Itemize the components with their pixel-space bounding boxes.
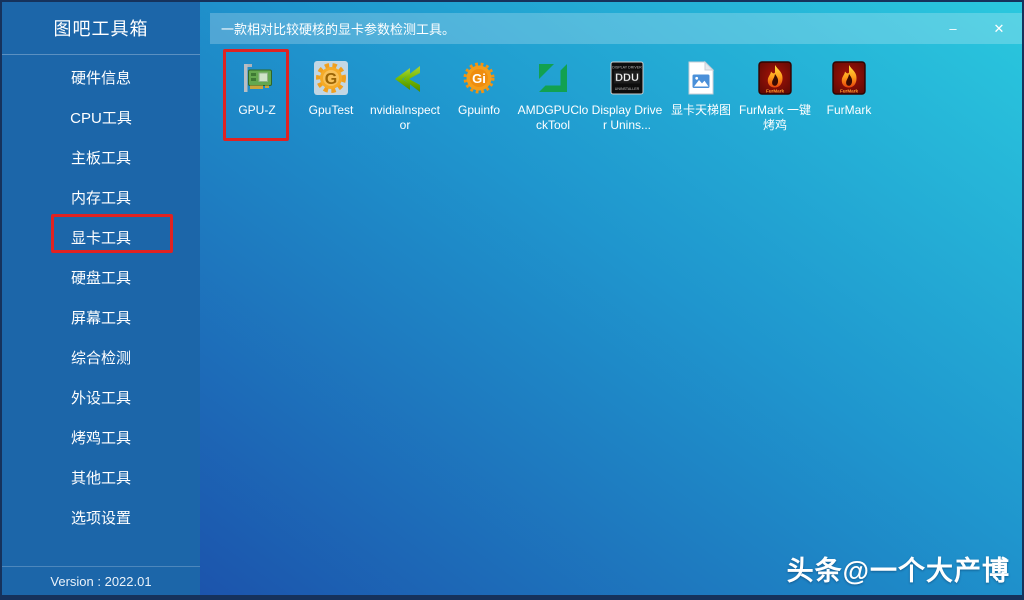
tool-gputest[interactable]: G GpuTest [294, 59, 368, 133]
sidebar-item-comprehensive-test[interactable]: 综合检测 [2, 337, 200, 377]
tool-label: nvidiaInspector [368, 103, 442, 133]
tool-gpuinfo[interactable]: Gi Gpuinfo [442, 59, 516, 133]
tool-label: Display Driver Unins... [590, 103, 664, 133]
tool-gpu-ladder-chart[interactable]: 显卡天梯图 [664, 59, 738, 133]
minimize-icon: – [949, 21, 956, 36]
minimize-button[interactable]: – [930, 13, 976, 44]
svg-text:DISPLAY DRIVER: DISPLAY DRIVER [612, 66, 642, 70]
tool-label: AMDGPUClockTool [516, 103, 590, 133]
tool-label: GPU-Z [238, 103, 275, 118]
sidebar-item-options[interactable]: 选项设置 [2, 497, 200, 537]
tool-label: 显卡天梯图 [671, 103, 731, 118]
amd-arrow-icon [534, 59, 572, 97]
main-panel: 一款相对比较硬核的显卡参数检测工具。 – ✕ [200, 2, 1022, 595]
svg-text:Gi: Gi [472, 71, 486, 86]
svg-text:FurMark: FurMark [840, 88, 859, 93]
tool-grid: GPU-Z G GpuTest [220, 59, 886, 133]
image-file-icon [682, 59, 720, 97]
tool-gpu-z[interactable]: GPU-Z [220, 59, 294, 133]
sidebar-item-cpu-tools[interactable]: CPU工具 [2, 97, 200, 137]
svg-text:FurMark: FurMark [766, 88, 785, 93]
tool-furmark-one-click[interactable]: FurMark FurMark 一键烤鸡 [738, 59, 812, 133]
furmark-flame-icon: FurMark [756, 59, 794, 97]
sidebar-item-peripheral-tools[interactable]: 外设工具 [2, 377, 200, 417]
sidebar: 图吧工具箱 硬件信息 CPU工具 主板工具 内存工具 显卡工具 硬盘工具 屏幕工… [2, 2, 200, 595]
svg-text:UNINSTALLER: UNINSTALLER [615, 87, 640, 91]
sidebar-menu: 硬件信息 CPU工具 主板工具 内存工具 显卡工具 硬盘工具 屏幕工具 综合检测… [2, 55, 200, 537]
gi-badge-icon: Gi [460, 59, 498, 97]
sidebar-item-memory-tools[interactable]: 内存工具 [2, 177, 200, 217]
sidebar-item-screen-tools[interactable]: 屏幕工具 [2, 297, 200, 337]
close-icon: ✕ [994, 21, 1005, 37]
tool-nvidia-inspector[interactable]: nvidiaInspector [368, 59, 442, 133]
tool-amd-gpu-clock-tool[interactable]: AMDGPUClockTool [516, 59, 590, 133]
tool-label: FurMark 一键烤鸡 [738, 103, 812, 133]
watermark-text: 头条@一个大产博 [787, 549, 1010, 588]
close-button[interactable]: ✕ [976, 13, 1022, 44]
tool-furmark[interactable]: FurMark FurMark [812, 59, 886, 133]
svg-text:G: G [325, 71, 337, 88]
ddu-icon: DISPLAY DRIVER DDU UNINSTALLER [608, 59, 646, 97]
sidebar-item-hardware-info[interactable]: 硬件信息 [2, 57, 200, 97]
category-description: 一款相对比较硬核的显卡参数检测工具。 [210, 19, 930, 38]
furmark-flame-icon: FurMark [830, 59, 868, 97]
tool-label: Gpuinfo [458, 103, 500, 118]
tuba-toolbox-window: 图吧工具箱 硬件信息 CPU工具 主板工具 内存工具 显卡工具 硬盘工具 屏幕工… [2, 2, 1022, 595]
description-bar: 一款相对比较硬核的显卡参数检测工具。 – ✕ [210, 13, 1022, 44]
version-label: Version : 2022.01 [2, 566, 200, 595]
app-title: 图吧工具箱 [2, 2, 200, 55]
nvidia-chevron-icon [386, 59, 424, 97]
gpu-card-icon [238, 59, 276, 97]
tool-label: FurMark [827, 103, 872, 118]
sidebar-item-other-tools[interactable]: 其他工具 [2, 457, 200, 497]
sidebar-item-gpu-tools[interactable]: 显卡工具 [2, 217, 200, 257]
tool-label: GpuTest [309, 103, 354, 118]
sidebar-item-motherboard-tools[interactable]: 主板工具 [2, 137, 200, 177]
tool-display-driver-uninstaller[interactable]: DISPLAY DRIVER DDU UNINSTALLER Display D… [590, 59, 664, 133]
svg-text:DDU: DDU [615, 72, 639, 84]
sidebar-item-stress-test-tools[interactable]: 烤鸡工具 [2, 417, 200, 457]
gear-g-icon: G [312, 59, 350, 97]
sidebar-item-disk-tools[interactable]: 硬盘工具 [2, 257, 200, 297]
